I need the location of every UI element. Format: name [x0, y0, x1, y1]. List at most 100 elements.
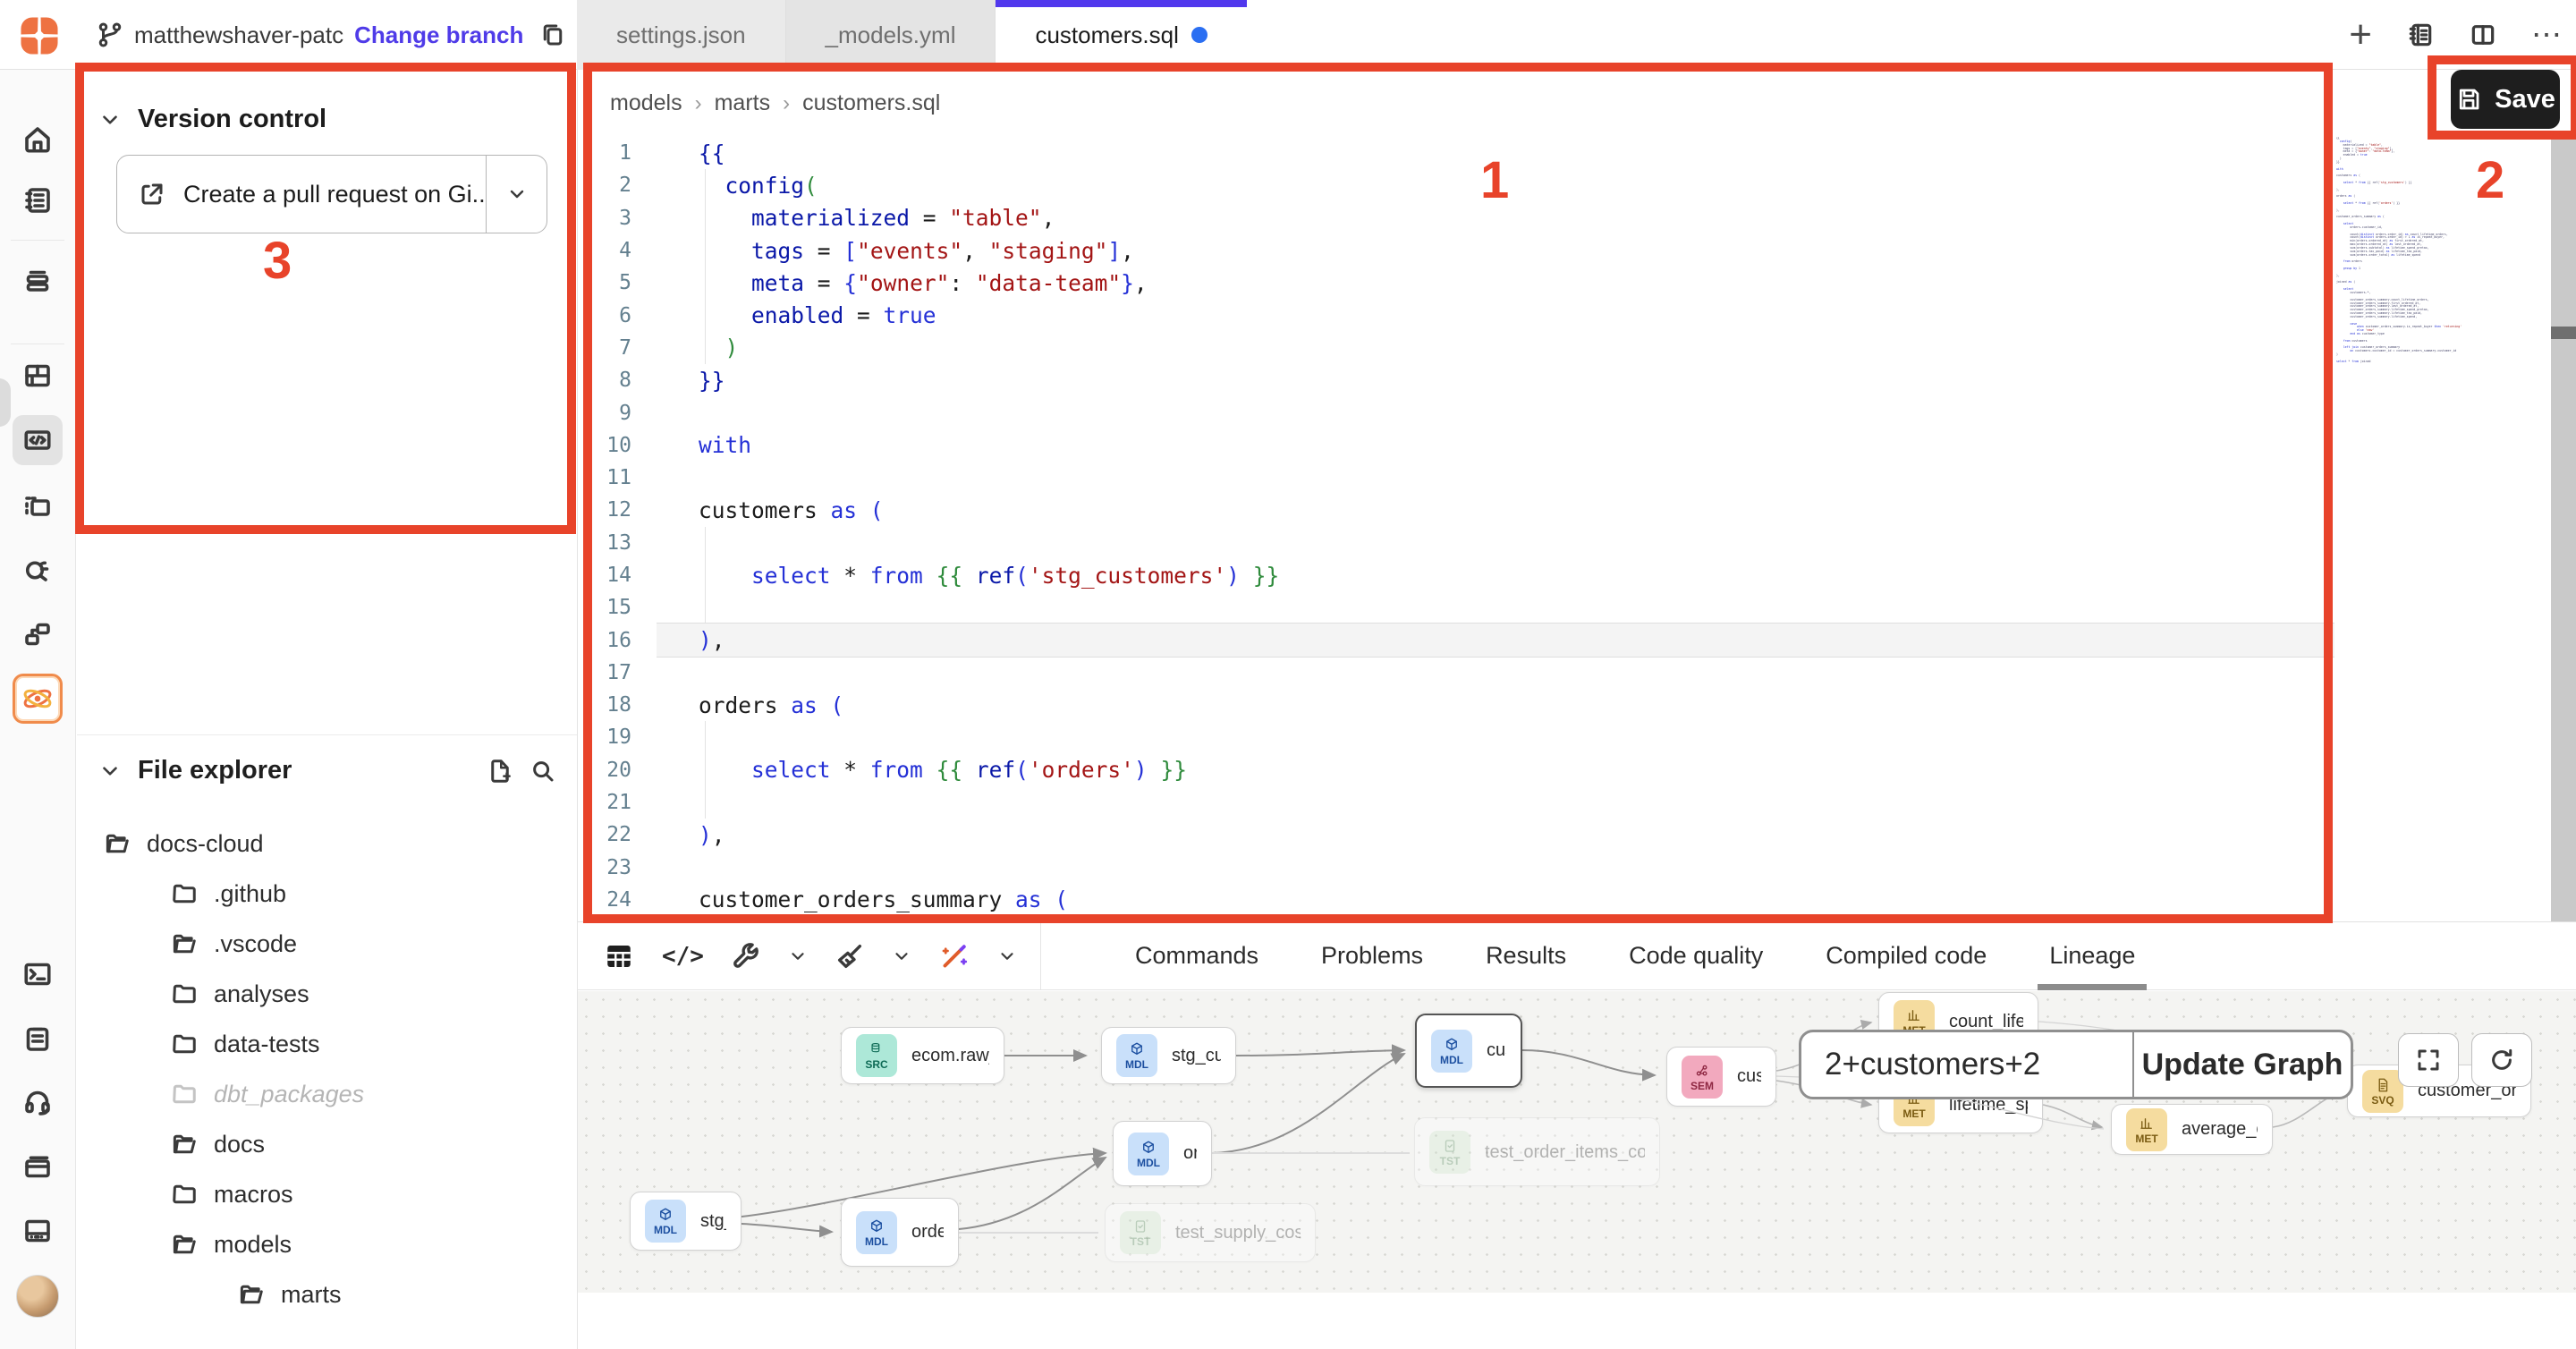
lineage-node-stg-customers[interactable]: MDLstg_customers: [1101, 1027, 1236, 1084]
tab-_models.yml[interactable]: _models.yml: [786, 0, 996, 70]
rail-item-frame-select[interactable]: [13, 481, 63, 531]
code-line-4[interactable]: 4 tags = ["events", "staging"],: [578, 234, 2334, 267]
code-line-19[interactable]: 19: [578, 721, 2334, 753]
tree-item-.vscode[interactable]: .vscode: [77, 919, 577, 969]
refresh-button[interactable]: [2471, 1033, 2532, 1087]
update-graph-button[interactable]: Update Graph: [2134, 1032, 2351, 1097]
lineage-selector-input[interactable]: 2+customers+2: [1801, 1032, 2134, 1097]
code-line-3[interactable]: 3 materialized = "table",: [578, 202, 2334, 234]
tree-item-docs-cloud[interactable]: docs-cloud: [77, 819, 577, 869]
code-line-11[interactable]: 11: [578, 462, 2334, 494]
rail-item-inbox[interactable]: [13, 254, 63, 304]
code-line-24[interactable]: 24customer_orders_summary as (: [578, 884, 2334, 916]
ellipsis-icon[interactable]: ⋯: [2531, 17, 2563, 53]
rail-item-dbt-atom[interactable]: [13, 674, 63, 724]
lineage-node-order-items[interactable]: MDLorder_items: [841, 1198, 959, 1267]
code-line-14[interactable]: 14 select * from {{ ref('stg_customers')…: [578, 559, 2334, 591]
chevron-down-icon[interactable]: [98, 108, 122, 132]
code-line-17[interactable]: 17: [578, 657, 2334, 689]
lineage-node-stg-orders[interactable]: MDLstg_orders: [630, 1192, 741, 1251]
split-view-icon[interactable]: [2469, 21, 2497, 49]
broom-icon[interactable]: [835, 941, 865, 971]
code-line-2[interactable]: 2 config(: [578, 169, 2334, 201]
table-icon[interactable]: [603, 940, 635, 972]
code-line-9[interactable]: 9: [578, 396, 2334, 428]
chevron-down-icon[interactable]: [892, 946, 911, 966]
minimap[interactable]: {{ config( materialized = "table", tags …: [2336, 137, 2521, 709]
lineage-node-orders-model[interactable]: MDLorders: [1113, 1121, 1212, 1186]
wrench-icon[interactable]: [731, 941, 761, 971]
code-line-6[interactable]: 6 enabled = true: [578, 299, 2334, 331]
copy-icon[interactable]: [539, 21, 566, 48]
rail-item-insights[interactable]: [13, 544, 63, 594]
code-line-23[interactable]: 23: [578, 852, 2334, 884]
pr-dropdown-toggle[interactable]: [486, 156, 547, 233]
dbt-logo[interactable]: [16, 13, 63, 59]
fullscreen-button[interactable]: [2398, 1033, 2459, 1087]
bottom-tab-lineage[interactable]: Lineage: [2018, 921, 2166, 990]
rail-item-home[interactable]: [13, 115, 63, 165]
magic-pen-icon[interactable]: [938, 940, 970, 972]
code-line-20[interactable]: 20 select * from {{ ref('orders') }}: [578, 754, 2334, 786]
breadcrumb-item[interactable]: marts: [715, 90, 771, 116]
rail-item-layout[interactable]: [13, 351, 63, 401]
lineage-node-average-order-value[interactable]: METaverage_order_value: [2111, 1104, 2273, 1155]
chevron-down-icon[interactable]: [997, 946, 1017, 966]
rail-item-storage[interactable]: [13, 1206, 63, 1256]
lineage-node-test-order-items[interactable]: TSTtest_order_items_compute_to_bools_cor…: [1414, 1117, 1660, 1186]
bottom-tab-commands[interactable]: Commands: [1104, 921, 1290, 990]
notebook-icon[interactable]: [2406, 21, 2435, 49]
tree-item-docs[interactable]: docs: [77, 1119, 577, 1169]
bottom-tab-code-quality[interactable]: Code quality: [1597, 921, 1794, 990]
code-line-8[interactable]: 8}}: [578, 364, 2334, 396]
lineage-canvas[interactable]: SRCecom.raw_customers MDLstg_customers MDL…: [578, 991, 2576, 1293]
code-line-21[interactable]: 21: [578, 786, 2334, 819]
chevron-down-icon[interactable]: [788, 946, 808, 966]
create-pull-request-button[interactable]: Create a pull request on Gi...: [116, 155, 547, 233]
bottom-tab-problems[interactable]: Problems: [1290, 921, 1454, 990]
tab-settings.json[interactable]: settings.json: [577, 0, 786, 70]
tree-item-models[interactable]: models: [77, 1219, 577, 1269]
chevron-down-icon[interactable]: [98, 759, 122, 783]
rail-item-drawer[interactable]: [13, 1141, 63, 1192]
code-line-1[interactable]: 1{{: [578, 137, 2334, 169]
breadcrumb-item[interactable]: customers.sql: [802, 90, 940, 116]
search-icon[interactable]: [530, 758, 556, 785]
code-lines[interactable]: 1{{2 config(3 materialized = "table",4 t…: [578, 137, 2334, 916]
code-line-5[interactable]: 5 meta = {"owner": "data-team"},: [578, 267, 2334, 299]
code-line-16[interactable]: 16),: [578, 624, 2334, 656]
code-line-22[interactable]: 22),: [578, 819, 2334, 851]
lineage-node-test-supply-costs[interactable]: TSTtest_supply_costs_sum_correctly: [1105, 1203, 1316, 1262]
tab-customers.sql[interactable]: customers.sql: [996, 0, 1246, 70]
tree-item-data-tests[interactable]: data-tests: [77, 1019, 577, 1069]
tree-item-dbt_packages[interactable]: dbt_packages: [77, 1069, 577, 1119]
user-avatar[interactable]: [16, 1275, 59, 1318]
tree-item-marts[interactable]: marts: [77, 1269, 577, 1319]
save-button[interactable]: Save: [2451, 70, 2560, 129]
rail-item-clipboard[interactable]: [13, 1014, 63, 1064]
code-line-13[interactable]: 13: [578, 527, 2334, 559]
rail-item-headset[interactable]: [13, 1077, 63, 1127]
lineage-node-customers-model[interactable]: MDLcustomers: [1415, 1014, 1522, 1088]
lineage-node-customers-semantic[interactable]: SEMcustomers: [1666, 1047, 1776, 1107]
new-file-icon[interactable]: [487, 758, 513, 785]
plus-icon[interactable]: +: [2349, 15, 2372, 55]
rail-item-terminal[interactable]: [13, 949, 63, 999]
code-line-7[interactable]: 7 ): [578, 332, 2334, 364]
code-line-12[interactable]: 12customers as (: [578, 494, 2334, 526]
rail-item-code-editor[interactable]: [13, 415, 63, 465]
code-line-18[interactable]: 18orders as (: [578, 689, 2334, 721]
rail-item-notebook[interactable]: [13, 175, 63, 225]
code-line-15[interactable]: 15: [578, 591, 2334, 624]
breadcrumb-item[interactable]: models: [610, 90, 682, 116]
change-branch-link[interactable]: Change branch: [354, 21, 523, 49]
tree-item-.github[interactable]: .github: [77, 869, 577, 919]
bottom-tab-results[interactable]: Results: [1454, 921, 1597, 990]
code-line-10[interactable]: 10with: [578, 429, 2334, 462]
tree-item-macros[interactable]: macros: [77, 1169, 577, 1219]
lineage-node-ecom-raw-customers[interactable]: SRCecom.raw_customers: [841, 1027, 1004, 1084]
tree-item-analyses[interactable]: analyses: [77, 969, 577, 1019]
code-icon[interactable]: </>: [662, 943, 704, 970]
rail-item-flow[interactable]: [13, 609, 63, 659]
branch-name[interactable]: matthewshaver-patc: [134, 21, 343, 49]
